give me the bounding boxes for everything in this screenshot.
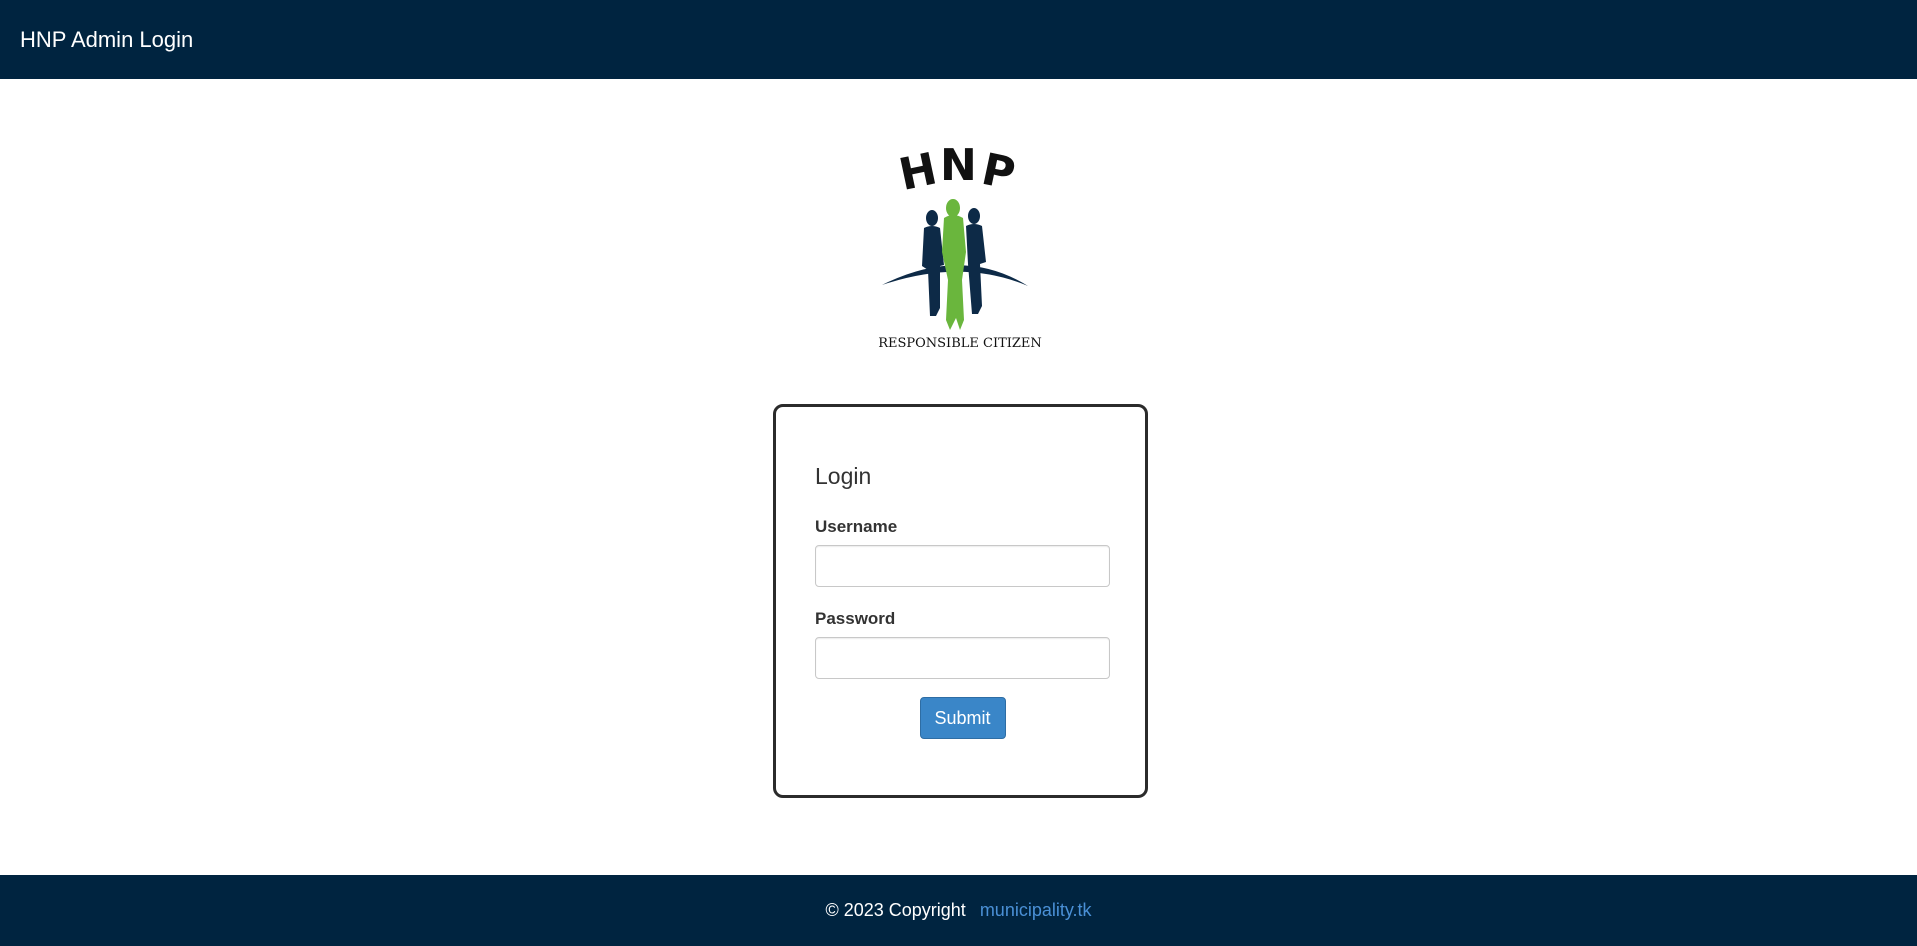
hnp-logo: H N P RESPONSIBLE CITIZEN: [870, 140, 1050, 355]
submit-button[interactable]: Submit: [919, 697, 1006, 739]
footer-copyright: © 2023 Copyright: [825, 900, 966, 920]
username-label: Username: [815, 517, 898, 536]
username-input[interactable]: [815, 545, 1110, 587]
logo-graphic: H N P RESPONSIBLE CITIZEN: [878, 140, 1042, 351]
login-card: Login Username Password Submit: [773, 404, 1148, 798]
submit-row: Submit: [815, 697, 1110, 739]
password-label: Password: [815, 609, 896, 628]
logo-letter-n: N: [940, 140, 977, 191]
login-heading: Login: [815, 463, 872, 489]
top-navbar: HNP Admin Login: [0, 0, 1917, 79]
navbar-brand-title[interactable]: HNP Admin Login: [20, 27, 193, 53]
logo-tagline: RESPONSIBLE CITIZEN: [878, 336, 1042, 351]
password-input[interactable]: [815, 637, 1110, 679]
footer-site-link[interactable]: municipality.tk: [980, 900, 1092, 921]
footer: © 2023 Copyright municipality.tk: [0, 875, 1917, 946]
logo-letter-h: H: [895, 143, 942, 201]
logo-letter-p: P: [977, 144, 1019, 201]
